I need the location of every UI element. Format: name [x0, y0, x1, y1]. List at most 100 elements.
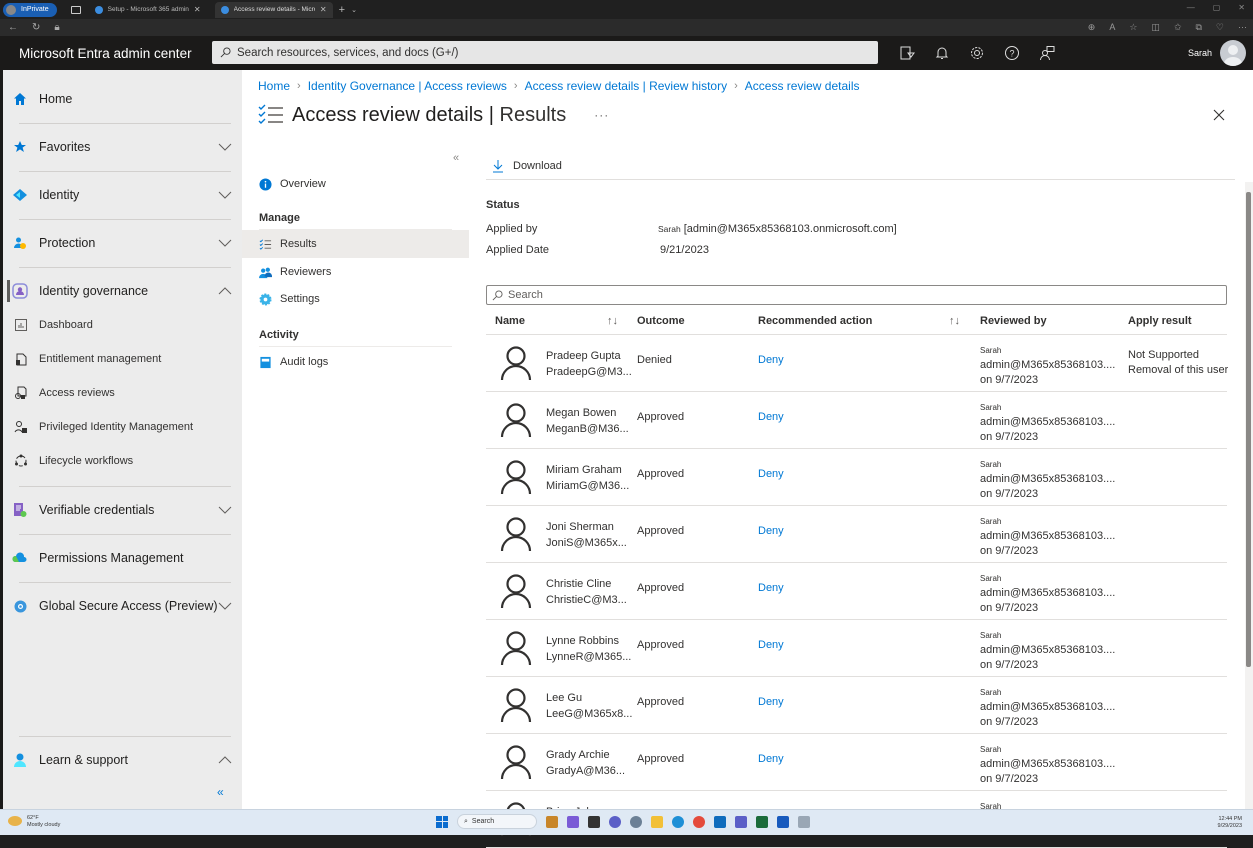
- sidebar-item-pim[interactable]: Privileged Identity Management: [3, 410, 242, 444]
- breadcrumb-access-reviews[interactable]: Identity Governance | Access reviews: [308, 79, 507, 93]
- teams-icon[interactable]: [735, 815, 747, 828]
- settings-icon[interactable]: [968, 44, 986, 62]
- sort-recommended-icon[interactable]: ↑↓: [949, 315, 960, 327]
- chevron-down-icon[interactable]: [218, 140, 232, 154]
- recommended-action-link[interactable]: Deny: [758, 639, 784, 651]
- more-options-button[interactable]: ···: [594, 108, 609, 122]
- system-clock[interactable]: 12:44 PM 9/29/2023: [1218, 816, 1242, 830]
- tab-list-chevron-icon[interactable]: ⌄: [351, 6, 357, 14]
- menu-item-reviewers[interactable]: Reviewers: [242, 258, 469, 286]
- outlook-icon[interactable]: [714, 815, 726, 828]
- vertical-scrollbar[interactable]: [1245, 182, 1253, 809]
- chevron-up-icon[interactable]: [218, 753, 232, 767]
- task-view-icon[interactable]: [588, 815, 600, 828]
- app-title[interactable]: Microsoft Entra admin center: [19, 46, 212, 61]
- user-name-cell[interactable]: Lynne Robbins LynneR@M365...: [546, 633, 631, 665]
- table-row[interactable]: Pradeep Gupta PradeepG@M3... Denied Deny Sar…: [486, 335, 1228, 392]
- user-name-cell[interactable]: Grady Archie GradyA@M36...: [546, 747, 625, 779]
- chevron-down-icon[interactable]: [218, 599, 232, 613]
- edge-icon[interactable]: [672, 815, 684, 828]
- table-row[interactable]: Christie Cline ChristieC@M3... Approved Den…: [486, 563, 1227, 620]
- collapse-menu-icon[interactable]: «: [453, 152, 459, 164]
- column-header-reviewed-by[interactable]: Reviewed by: [980, 315, 1047, 327]
- chrome-icon[interactable]: [693, 815, 705, 828]
- sidebar-item-home[interactable]: Home: [3, 75, 242, 123]
- recommended-action-link[interactable]: Deny: [758, 525, 784, 537]
- settings-app-icon[interactable]: [630, 815, 642, 828]
- user-name-cell[interactable]: Christie Cline ChristieC@M3...: [546, 576, 627, 608]
- browser-menu-icon[interactable]: ···: [1238, 22, 1247, 33]
- back-button[interactable]: ←: [8, 22, 18, 33]
- sidebar-item-favorites[interactable]: Favorites: [3, 123, 242, 171]
- recommended-action-link[interactable]: Deny: [758, 411, 784, 423]
- split-screen-icon[interactable]: ◫: [1151, 22, 1160, 33]
- chevron-up-icon[interactable]: [218, 284, 232, 298]
- taskbar-search[interactable]: ⌕ Search: [457, 814, 537, 829]
- weather-widget[interactable]: 62°F Mostly cloudy: [8, 815, 60, 829]
- word-icon[interactable]: [777, 815, 789, 828]
- sidebar-item-identity[interactable]: Identity: [3, 171, 242, 219]
- new-tab-button[interactable]: +: [339, 4, 345, 16]
- global-search-input[interactable]: Search resources, services, and docs (G+…: [212, 41, 878, 64]
- sidebar-item-global-secure-access[interactable]: Global Secure Access (Preview): [3, 582, 242, 630]
- browser-essentials-icon[interactable]: ♡: [1216, 22, 1224, 33]
- snipping-tool-icon[interactable]: [798, 815, 810, 828]
- help-icon[interactable]: ?: [1003, 44, 1021, 62]
- user-name-cell[interactable]: Pradeep Gupta PradeepG@M3...: [546, 348, 632, 380]
- refresh-button[interactable]: ↻: [32, 22, 40, 33]
- feedback-icon[interactable]: [1038, 44, 1056, 62]
- teams-chat-icon[interactable]: [609, 815, 621, 828]
- sidebar-item-protection[interactable]: Protection: [3, 219, 242, 267]
- recommended-action-link[interactable]: Deny: [758, 753, 784, 765]
- sidebar-item-dashboard[interactable]: Dashboard: [3, 308, 242, 342]
- column-header-outcome[interactable]: Outcome: [637, 315, 685, 327]
- read-aloud-icon[interactable]: A: [1109, 22, 1115, 33]
- breadcrumb-home[interactable]: Home: [258, 79, 290, 93]
- scrollbar-thumb[interactable]: [1246, 192, 1251, 667]
- copilot-icon[interactable]: [567, 815, 579, 828]
- file-explorer-icon[interactable]: [651, 815, 663, 828]
- table-row[interactable]: Joni Sherman JoniS@M365x... Approved Deny Sa…: [486, 506, 1227, 563]
- sidebar-item-lifecycle-workflows[interactable]: Lifecycle workflows: [3, 444, 242, 478]
- app-icon[interactable]: [756, 815, 768, 828]
- sidebar-item-access-reviews[interactable]: Access reviews: [3, 376, 242, 410]
- sidebar-item-permissions-management[interactable]: Permissions Management: [3, 534, 242, 582]
- chevron-down-icon[interactable]: [218, 188, 232, 202]
- sort-name-icon[interactable]: ↑↓: [607, 315, 618, 327]
- collapse-sidebar-icon[interactable]: «: [217, 785, 224, 799]
- menu-item-overview[interactable]: Overview: [242, 170, 469, 198]
- inprivate-badge[interactable]: InPrivate: [3, 2, 57, 17]
- site-lock-icon[interactable]: 🔒︎: [54, 22, 59, 33]
- close-tab-icon[interactable]: ✕: [320, 5, 327, 14]
- browser-tab-access-review[interactable]: Access review details - Microsoft✕: [214, 1, 333, 18]
- close-icon[interactable]: [1212, 108, 1226, 122]
- table-row[interactable]: Megan Bowen MeganB@M36... Approved Deny Sara…: [486, 392, 1227, 449]
- table-row[interactable]: Lynne Robbins LynneR@M365... Approved Deny S…: [486, 620, 1227, 677]
- start-button[interactable]: [436, 815, 448, 828]
- portal-directories-icon[interactable]: [898, 44, 916, 62]
- close-tab-icon[interactable]: ✕: [194, 5, 201, 14]
- menu-item-results[interactable]: Results: [242, 230, 469, 258]
- favorites-icon[interactable]: ✩: [1174, 22, 1182, 33]
- breadcrumb-access-review-details[interactable]: Access review details: [745, 79, 860, 93]
- chevron-down-icon[interactable]: [218, 236, 232, 250]
- sidebar-item-entitlement-management[interactable]: Entitlement management: [3, 342, 242, 376]
- account-menu[interactable]: Sarah: [1188, 40, 1246, 66]
- table-row[interactable]: Grady Archie GradyA@M36... Approved Deny Sar…: [486, 734, 1227, 791]
- work-app-icon[interactable]: [546, 815, 558, 828]
- browser-tab-setup[interactable]: Setup - Microsoft 365 admin cen✕: [89, 2, 207, 18]
- minimize-button[interactable]: —: [1187, 3, 1195, 12]
- user-name-cell[interactable]: Miriam Graham MiriamG@M36...: [546, 462, 629, 494]
- column-header-name[interactable]: Name: [495, 315, 525, 327]
- menu-item-audit-logs[interactable]: Audit logs: [242, 348, 469, 376]
- recommended-action-link[interactable]: Deny: [758, 696, 784, 708]
- table-row[interactable]: Miriam Graham MiriamG@M36... Approved Deny S…: [486, 449, 1227, 506]
- recommended-action-link[interactable]: Deny: [758, 468, 784, 480]
- recommended-action-link[interactable]: Deny: [758, 582, 784, 594]
- user-name-cell[interactable]: Joni Sherman JoniS@M365x...: [546, 519, 627, 551]
- maximize-button[interactable]: ▢: [1213, 3, 1221, 12]
- column-header-recommended-action[interactable]: Recommended action: [758, 315, 872, 327]
- window-close-button[interactable]: ✕: [1238, 3, 1245, 12]
- sidebar-item-learn-support[interactable]: Learn & support: [3, 736, 242, 784]
- collections-icon[interactable]: ⧉: [1195, 22, 1201, 33]
